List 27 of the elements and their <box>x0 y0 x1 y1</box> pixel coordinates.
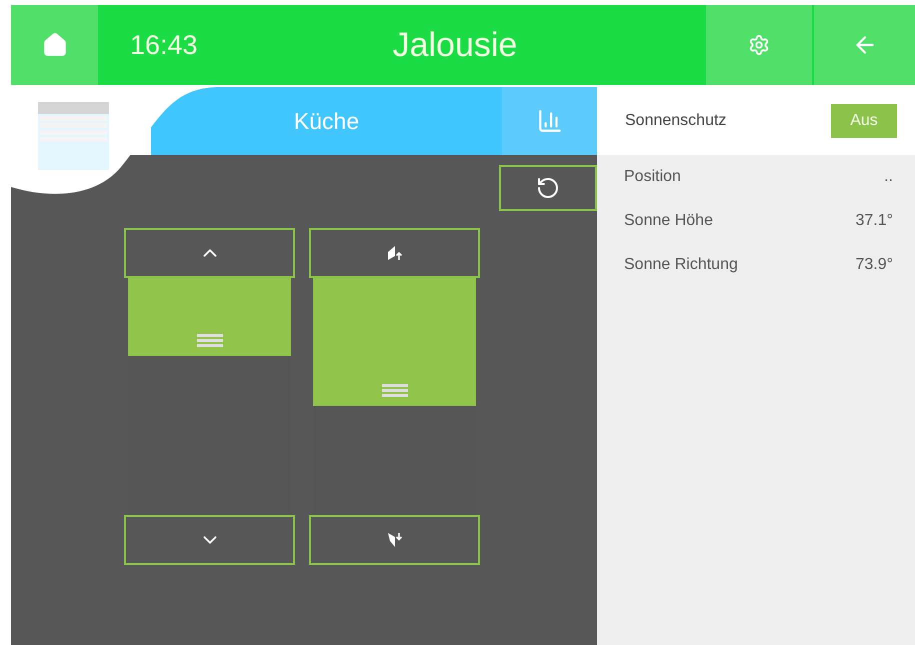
room-name: Küche <box>294 106 360 136</box>
info-value: 73.9° <box>855 255 893 275</box>
blind-window-icon <box>38 102 109 170</box>
clock: 16:43 <box>130 28 198 62</box>
drag-handle-icon <box>382 382 408 397</box>
drag-handle-icon <box>196 333 222 348</box>
home-icon <box>42 32 68 58</box>
chart-icon <box>536 108 562 134</box>
refresh-icon <box>536 176 560 200</box>
slat-open-button[interactable] <box>309 228 480 278</box>
settings-icon <box>748 34 770 56</box>
slat-up-icon <box>386 244 402 262</box>
sun-protection-label: Sonnenschutz <box>625 111 726 131</box>
info-label: Sonne Richtung <box>624 255 738 275</box>
info-label: Sonne Höhe <box>624 211 713 231</box>
page-title: Jalousie <box>392 24 518 66</box>
info-value: .. <box>884 167 893 187</box>
slider-fill[interactable] <box>313 278 476 406</box>
reset-button[interactable] <box>499 165 597 211</box>
slat-down-icon <box>386 531 402 549</box>
slider-fill[interactable] <box>128 278 291 356</box>
info-label: Position <box>624 167 681 187</box>
down-button[interactable] <box>124 515 295 565</box>
sun-protection-toggle[interactable]: Aus <box>831 104 897 138</box>
info-value: 37.1° <box>855 211 893 231</box>
slat-close-button[interactable] <box>309 515 480 565</box>
up-button[interactable] <box>124 228 295 278</box>
